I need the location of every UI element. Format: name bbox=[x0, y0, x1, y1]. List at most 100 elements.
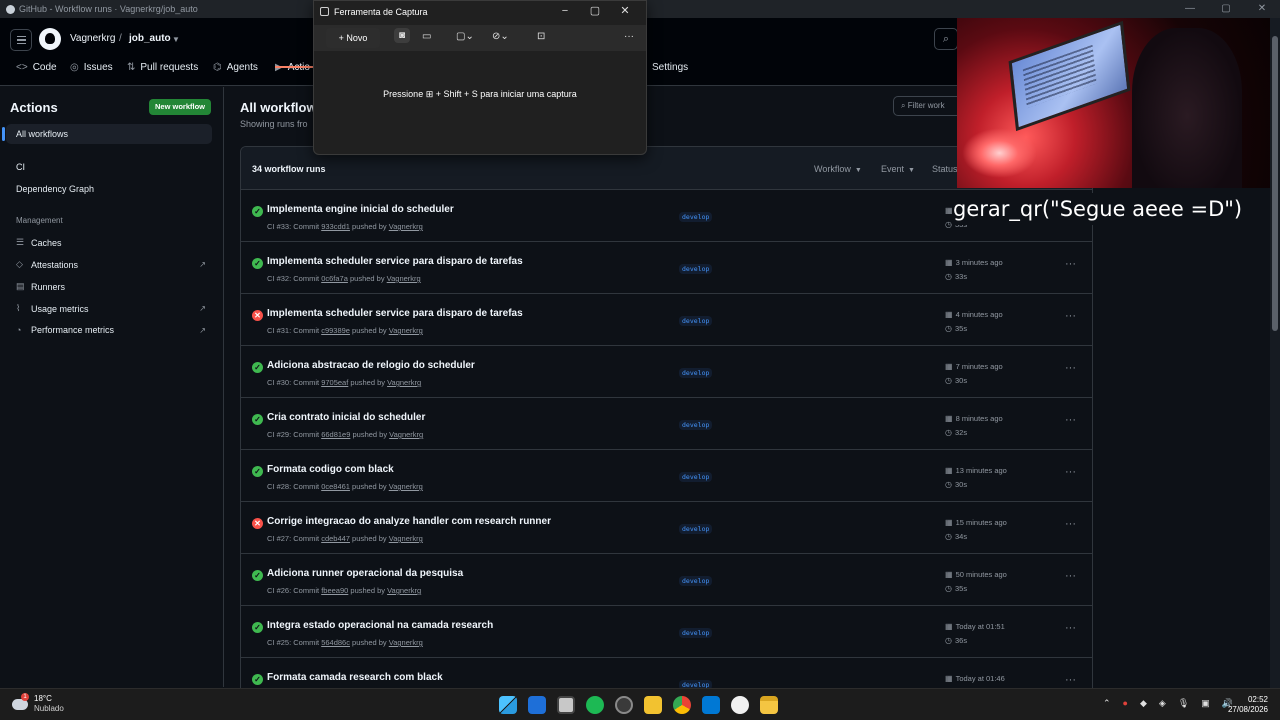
user-link[interactable]: Vagnerkrg bbox=[387, 586, 421, 595]
github-desktop-icon[interactable] bbox=[731, 696, 749, 714]
kebab-menu-icon[interactable]: ··· bbox=[1065, 518, 1076, 530]
table-row[interactable]: ✓ Formata codigo com black CI #28: Commit … bbox=[241, 450, 1092, 502]
branch-badge[interactable]: develop bbox=[679, 524, 713, 534]
run-title[interactable]: Implementa scheduler service para dispar… bbox=[267, 308, 523, 319]
branch-badge[interactable]: develop bbox=[679, 368, 713, 378]
app-icon[interactable] bbox=[615, 696, 633, 714]
run-title[interactable]: Formata codigo com black bbox=[267, 464, 394, 475]
user-link[interactable]: Vagnerkrg bbox=[389, 534, 423, 543]
more-options-icon[interactable]: ··· bbox=[624, 31, 634, 42]
tab-settings[interactable]: Settings bbox=[652, 62, 688, 73]
user-link[interactable]: Vagnerkrg bbox=[389, 326, 423, 335]
branch-badge[interactable]: develop bbox=[679, 420, 713, 430]
table-row[interactable]: ✓ Implementa scheduler service para dispa… bbox=[241, 242, 1092, 294]
event-filter-dropdown[interactable]: Event ▼ bbox=[881, 164, 915, 174]
table-row[interactable]: ✓ Adiciona runner operacional da pesquisa… bbox=[241, 554, 1092, 606]
tray-app-icon[interactable]: ◈ bbox=[1159, 698, 1166, 709]
kebab-menu-icon[interactable]: ··· bbox=[1065, 674, 1076, 686]
tab-code[interactable]: <> Code bbox=[16, 62, 57, 73]
tray-app-icon[interactable]: ◆ bbox=[1140, 698, 1147, 709]
branch-badge[interactable]: develop bbox=[679, 472, 713, 482]
branch-badge[interactable]: develop bbox=[679, 316, 713, 326]
user-link[interactable]: Vagnerkrg bbox=[389, 638, 423, 647]
kebab-menu-icon[interactable]: ··· bbox=[1065, 570, 1076, 582]
user-link[interactable]: Vagnerkrg bbox=[387, 274, 421, 283]
commit-sha-link[interactable]: 933cdd1 bbox=[321, 222, 350, 231]
video-icon[interactable]: ▭ bbox=[422, 31, 431, 42]
scrollbar-thumb[interactable] bbox=[1272, 36, 1278, 331]
table-row[interactable]: ✓ Adiciona abstracao de relogio do schedu… bbox=[241, 346, 1092, 398]
close-window-button[interactable]: ✕ bbox=[1244, 0, 1280, 18]
run-title[interactable]: Cria contrato inicial do scheduler bbox=[267, 412, 425, 423]
snipping-tool-taskbar-icon[interactable] bbox=[557, 696, 575, 714]
sidebar-item-ci[interactable]: CI bbox=[6, 157, 212, 177]
new-capture-button[interactable]: + Novo bbox=[326, 28, 380, 48]
kebab-menu-icon[interactable]: ··· bbox=[1065, 414, 1076, 426]
sidebar-item-caches[interactable]: ☰ Caches bbox=[16, 237, 212, 248]
windows-start-icon[interactable] bbox=[499, 696, 517, 714]
minimize-button[interactable]: − bbox=[550, 3, 580, 19]
sidebar-item-attestations[interactable]: ◇ Attestations ↗ bbox=[16, 259, 212, 270]
tab-agents[interactable]: ⌬ Agents bbox=[213, 62, 258, 73]
run-title[interactable]: Integra estado operacional na camada res… bbox=[267, 620, 493, 631]
branch-badge[interactable]: develop bbox=[679, 212, 713, 222]
kebab-menu-icon[interactable]: ··· bbox=[1065, 622, 1076, 634]
sticky-notes-icon[interactable] bbox=[644, 696, 662, 714]
user-link[interactable]: Vagnerkrg bbox=[389, 430, 423, 439]
tab-issues[interactable]: ◎ Issues bbox=[70, 62, 113, 73]
branch-badge[interactable]: develop bbox=[679, 576, 713, 586]
user-link[interactable]: Vagnerkrg bbox=[389, 222, 423, 231]
commit-sha-link[interactable]: 0ce8461 bbox=[321, 482, 350, 491]
branch-badge[interactable]: develop bbox=[679, 264, 713, 274]
network-icon[interactable]: ▣ bbox=[1201, 698, 1210, 709]
text-actions-icon[interactable]: ⊡ bbox=[537, 31, 545, 42]
tab-pull-requests[interactable]: ⇅ Pull requests bbox=[127, 62, 198, 73]
outlook-icon[interactable] bbox=[528, 696, 546, 714]
branch-badge[interactable]: develop bbox=[679, 628, 713, 638]
sidebar-item-dependency-graph[interactable]: Dependency Graph bbox=[6, 179, 212, 199]
timer-icon[interactable]: ⊘⌄ bbox=[492, 31, 509, 42]
kebab-menu-icon[interactable]: ··· bbox=[1065, 362, 1076, 374]
close-button[interactable]: ✕ bbox=[610, 3, 640, 19]
user-link[interactable]: Vagnerkrg bbox=[389, 482, 423, 491]
run-title[interactable]: Corrige integracao do analyze handler co… bbox=[267, 516, 551, 527]
file-explorer-icon[interactable] bbox=[760, 696, 778, 714]
vscode-icon[interactable] bbox=[702, 696, 720, 714]
kebab-menu-icon[interactable]: ··· bbox=[1065, 310, 1076, 322]
status-filter-dropdown[interactable]: Status bbox=[932, 164, 958, 174]
menu-icon[interactable] bbox=[10, 29, 32, 51]
weather-widget[interactable]: 1 18°C Nublado bbox=[12, 692, 64, 714]
spotify-icon[interactable] bbox=[586, 696, 604, 714]
filter-runs-input[interactable]: ⌕ Filter work bbox=[893, 96, 963, 116]
chevron-down-icon[interactable]: ▼ bbox=[172, 35, 180, 44]
commit-sha-link[interactable]: 66d81e9 bbox=[321, 430, 350, 439]
sidebar-item-usage-metrics[interactable]: ⌇ Usage metrics ↗ bbox=[16, 303, 212, 314]
camera-icon[interactable]: ◙ bbox=[394, 28, 411, 43]
chrome-icon[interactable] bbox=[673, 696, 691, 714]
commit-sha-link[interactable]: 9705eaf bbox=[321, 378, 348, 387]
commit-sha-link[interactable]: 564d86c bbox=[321, 638, 350, 647]
system-clock[interactable]: 02:52 27/08/2026 bbox=[1222, 695, 1268, 715]
minimize-button[interactable]: — bbox=[1172, 0, 1208, 18]
breadcrumb-repo[interactable]: job_auto bbox=[129, 33, 171, 44]
microphone-icon[interactable]: 🎙 bbox=[1178, 698, 1189, 709]
commit-sha-link[interactable]: 0c6fa7a bbox=[321, 274, 348, 283]
workflow-filter-dropdown[interactable]: Workflow ▼ bbox=[814, 164, 862, 174]
user-link[interactable]: Vagnerkrg bbox=[387, 378, 421, 387]
table-row[interactable]: ✕ Implementa scheduler service para dispa… bbox=[241, 294, 1092, 346]
run-title[interactable]: Implementa scheduler service para dispar… bbox=[267, 256, 523, 267]
breadcrumb-owner[interactable]: Vagnerkrg bbox=[70, 33, 115, 44]
table-row[interactable]: ✕ Corrige integracao do analyze handler c… bbox=[241, 502, 1092, 554]
commit-sha-link[interactable]: fbeea90 bbox=[321, 586, 348, 595]
github-logo-icon[interactable] bbox=[39, 28, 61, 50]
commit-sha-link[interactable]: c99389e bbox=[321, 326, 350, 335]
new-workflow-button[interactable]: New workflow bbox=[149, 99, 211, 115]
run-title[interactable]: Formata camada research com black bbox=[267, 672, 443, 683]
sidebar-item-performance-metrics[interactable]: ◔ Performance metrics ↗ bbox=[16, 325, 212, 335]
kebab-menu-icon[interactable]: ··· bbox=[1065, 258, 1076, 270]
kebab-menu-icon[interactable]: ··· bbox=[1065, 466, 1076, 478]
search-icon[interactable]: ⌕ bbox=[934, 28, 958, 50]
maximize-button[interactable]: ▢ bbox=[580, 3, 610, 19]
run-title[interactable]: Implementa engine inicial do scheduler bbox=[267, 204, 454, 215]
snip-mode-icon[interactable]: ▢⌄ bbox=[456, 31, 474, 42]
